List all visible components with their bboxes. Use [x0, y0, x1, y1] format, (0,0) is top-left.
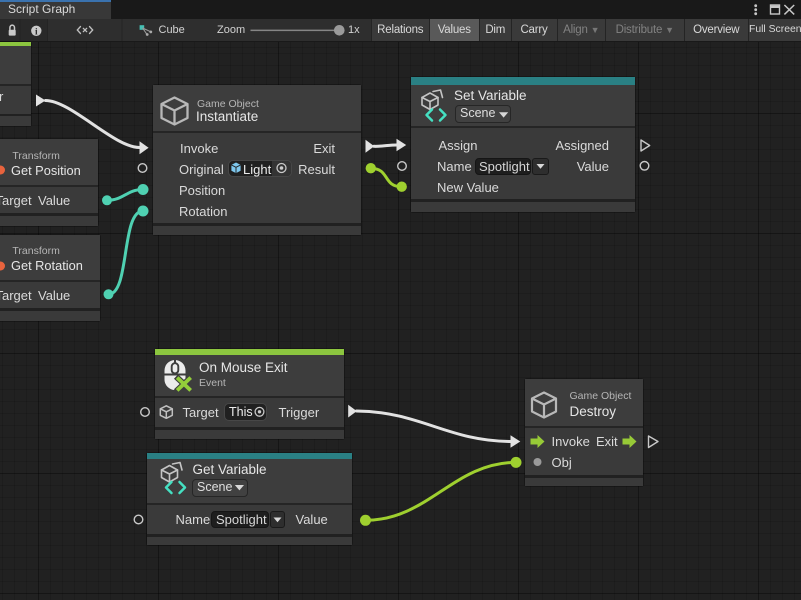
svg-text:i: i: [35, 27, 38, 37]
